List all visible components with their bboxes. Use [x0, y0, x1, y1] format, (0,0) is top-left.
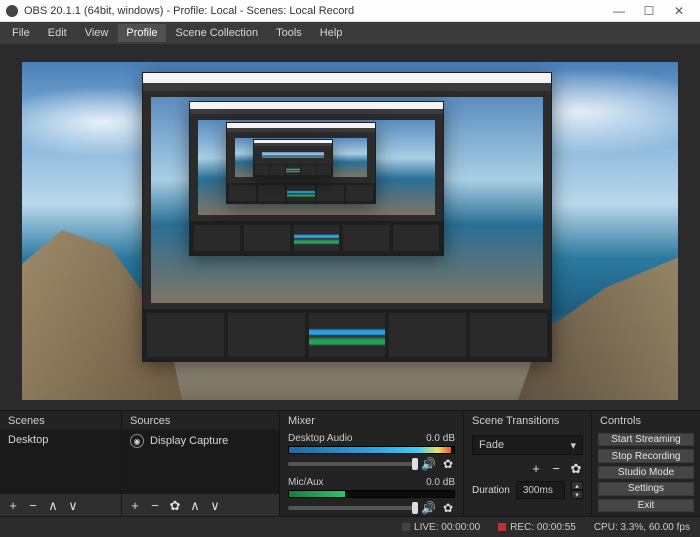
close-button[interactable]: ✕: [664, 4, 694, 18]
status-bar: LIVE: 00:00:00 REC: 00:00:55 CPU: 3.3%, …: [0, 516, 700, 537]
controls-panel: Controls Start Streaming Stop Recording St…: [592, 411, 700, 516]
channel-settings-button[interactable]: ✿: [441, 501, 455, 515]
menu-profile[interactable]: Profile: [118, 24, 165, 42]
exit-button[interactable]: Exit: [598, 499, 694, 512]
remove-transition-button[interactable]: −: [549, 461, 563, 475]
transitions-panel: Scene Transitions Fade ▾ + − ✿ Duration …: [464, 411, 592, 516]
window-title: OBS 20.1.1 (64bit, windows) - Profile: L…: [24, 5, 354, 17]
menu-file[interactable]: File: [4, 24, 38, 42]
channel-name: Desktop Audio: [288, 433, 353, 444]
mixer-channel: Desktop Audio 0.0 dB 🔊 ✿: [280, 429, 463, 473]
transition-settings-button[interactable]: ✿: [569, 461, 583, 475]
nested-window: [253, 139, 333, 177]
mixer-panel: Mixer Desktop Audio 0.0 dB 🔊 ✿ Mic/Aux 0.0 dB…: [280, 411, 464, 516]
maximize-button[interactable]: ☐: [634, 4, 664, 18]
source-item[interactable]: ◉ Display Capture: [122, 429, 279, 453]
add-transition-button[interactable]: +: [529, 461, 543, 475]
preview-canvas[interactable]: [22, 62, 678, 400]
level-meter: [288, 490, 455, 498]
scene-down-button[interactable]: ∨: [66, 498, 80, 512]
transition-selected: Fade: [479, 439, 504, 451]
volume-slider[interactable]: [288, 462, 415, 466]
duration-spinner[interactable]: ▴▾: [571, 481, 583, 499]
scenes-panel: Scenes Desktop + − ∧ ∨: [0, 411, 122, 516]
menu-tools[interactable]: Tools: [268, 24, 310, 42]
source-down-button[interactable]: ∨: [208, 498, 222, 512]
menu-help[interactable]: Help: [312, 24, 351, 42]
nested-window: [189, 101, 444, 256]
mute-button[interactable]: 🔊: [421, 457, 435, 471]
scene-item[interactable]: Desktop: [0, 429, 121, 451]
status-rec: REC: 00:00:55: [498, 522, 576, 533]
visibility-toggle-icon[interactable]: ◉: [130, 434, 144, 448]
transitions-header: Scene Transitions: [464, 411, 591, 429]
menu-view[interactable]: View: [77, 24, 117, 42]
remove-scene-button[interactable]: −: [26, 498, 40, 512]
controls-header: Controls: [592, 411, 700, 429]
duration-label: Duration: [472, 485, 510, 496]
volume-slider[interactable]: [288, 506, 415, 510]
channel-db: 0.0 dB: [426, 477, 455, 488]
minimize-button[interactable]: —: [604, 4, 634, 18]
scenes-toolbar: + − ∧ ∨: [0, 494, 121, 516]
channel-settings-button[interactable]: ✿: [441, 457, 455, 471]
stop-recording-button[interactable]: Stop Recording: [598, 449, 694, 462]
preview-area: [0, 44, 700, 410]
channel-name: Mic/Aux: [288, 477, 324, 488]
level-meter: [288, 446, 455, 454]
start-streaming-button[interactable]: Start Streaming: [598, 433, 694, 446]
add-source-button[interactable]: +: [128, 498, 142, 512]
add-scene-button[interactable]: +: [6, 498, 20, 512]
status-live: LIVE: 00:00:00: [402, 522, 480, 533]
app-icon: [6, 5, 18, 17]
studio-mode-button[interactable]: Studio Mode: [598, 466, 694, 479]
scenes-header: Scenes: [0, 411, 121, 429]
source-settings-button[interactable]: ✿: [168, 498, 182, 512]
menu-scene-collection[interactable]: Scene Collection: [168, 24, 267, 42]
bottom-panels: Scenes Desktop + − ∧ ∨ Sources ◉ Display …: [0, 410, 700, 516]
nested-window: [226, 122, 376, 204]
channel-db: 0.0 dB: [426, 433, 455, 444]
sources-toolbar: + − ✿ ∧ ∨: [122, 494, 279, 516]
mute-button[interactable]: 🔊: [421, 501, 435, 515]
source-up-button[interactable]: ∧: [188, 498, 202, 512]
status-cpu: CPU: 3.3%, 60.00 fps: [594, 522, 690, 533]
nested-window: [142, 72, 552, 362]
settings-button[interactable]: Settings: [598, 482, 694, 495]
title-bar: OBS 20.1.1 (64bit, windows) - Profile: L…: [0, 0, 700, 22]
menu-edit[interactable]: Edit: [40, 24, 75, 42]
mixer-header: Mixer: [280, 411, 463, 429]
duration-input[interactable]: 300ms: [516, 481, 565, 499]
remove-source-button[interactable]: −: [148, 498, 162, 512]
sources-panel: Sources ◉ Display Capture + − ✿ ∧ ∨: [122, 411, 280, 516]
transition-select[interactable]: Fade ▾: [472, 435, 583, 455]
source-label: Display Capture: [150, 435, 228, 447]
menu-bar: FileEditViewProfileScene CollectionTools…: [0, 22, 700, 44]
chevron-down-icon: ▾: [570, 439, 576, 452]
sources-header: Sources: [122, 411, 279, 429]
scene-up-button[interactable]: ∧: [46, 498, 60, 512]
mixer-channel: Mic/Aux 0.0 dB 🔊 ✿: [280, 473, 463, 516]
